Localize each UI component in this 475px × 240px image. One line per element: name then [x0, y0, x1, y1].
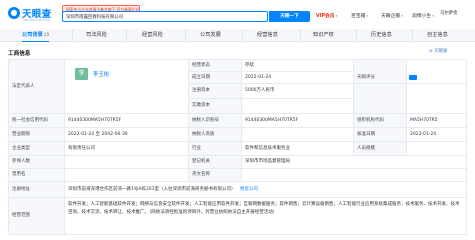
tab-label: 自主信息: [427, 32, 448, 38]
tab-divider: [356, 29, 357, 42]
tab-bar: 公司背景15 司法风险 经营风险 公司发展 经营信息 知识产权 历史信息 自主信…: [0, 29, 475, 43]
business-info-table: 法定代表人 李 李玉彬 经营状态 存续 成立日期 2022-01-24 天眼评分…: [8, 59, 467, 235]
reg-capital-value: 5000万人民币: [242, 84, 354, 99]
industry-label: 行业: [189, 142, 242, 156]
logo[interactable]: ● 天眼查 TianYanCha.com: [8, 5, 60, 25]
established-value: 2022-01-24: [242, 72, 354, 84]
tianyan-score-bar[interactable]: [409, 75, 417, 80]
tab-divider: [300, 29, 301, 42]
scope-value: 软件开发；人工智能基础软件开发；网络与信息安全软件开发；人工智能应用软件开发；互…: [65, 198, 467, 235]
tab-label: 司法风险: [86, 32, 107, 38]
established-label: 成立日期: [189, 72, 242, 84]
nav-account[interactable]: 马尔萨金: [440, 10, 458, 16]
tab-operating-info[interactable]: 经营信息: [257, 29, 278, 42]
reg-capital-label: 注册资本: [189, 84, 242, 99]
status-value: 存续: [242, 60, 354, 72]
tab-label: 历史信息: [371, 32, 392, 38]
legal-rep-avatar: 李: [75, 68, 88, 80]
chevron-down-icon: ▾: [401, 14, 403, 18]
tab-divider: [242, 29, 243, 42]
address-label: 注册地址: [9, 182, 65, 198]
tab-divider: [72, 29, 73, 42]
tab-label: 公司背景: [22, 32, 43, 38]
tab-divider: [412, 29, 413, 42]
authority-value: 深圳市市场监督管理局: [242, 156, 467, 169]
tab-label: 公司发展: [200, 32, 221, 38]
tab-company-development[interactable]: 公司发展: [200, 29, 221, 42]
type-value: 有限责任公司: [65, 142, 189, 156]
search-input[interactable]: [66, 13, 206, 21]
paid-capital-label: 实缴资本: [189, 99, 242, 114]
paid-capital-value: [242, 99, 354, 114]
tab-company-background[interactable]: 公司背景15: [22, 29, 50, 43]
empty-label-cell: [354, 84, 407, 114]
former-name-label: 曾用名: [9, 169, 65, 182]
industry-value: 软件和信息技术服务业: [242, 142, 354, 156]
staff-label: 人员规模: [354, 142, 407, 156]
org-code-value: MA5H70TR5: [407, 114, 467, 128]
scope-label: 经营范围: [9, 198, 65, 235]
nav-vip[interactable]: VIP会员▾: [316, 12, 337, 19]
nav-toolbox-label: 百宝箱: [351, 14, 366, 19]
section-logo-text: 天眼查: [434, 49, 448, 54]
tax-id-label: 纳税人识别号: [189, 114, 242, 128]
chevron-down-icon: ▾: [432, 14, 434, 18]
legal-rep-cell: 李 李玉彬: [65, 60, 189, 114]
search-button[interactable]: 天眼一下: [269, 11, 310, 22]
nav-user[interactable]: 润博小生▾: [412, 12, 434, 19]
taxpayer-value: [242, 128, 354, 142]
tab-count: 15: [43, 32, 50, 37]
former-name-value: [65, 169, 189, 182]
authority-label: 登记机关: [189, 156, 242, 169]
nav-services[interactable]: 天眼企服▾: [381, 12, 403, 19]
tianyan-label: 天眼评分: [354, 72, 407, 84]
legal-rep-label: 法定代表人: [9, 60, 65, 114]
tab-self-info[interactable]: 自主信息: [427, 29, 448, 42]
tab-label: 经营风险: [142, 32, 163, 38]
tab-judicial-risk[interactable]: 司法风险: [86, 29, 107, 42]
insured-label: 参保人数: [9, 156, 65, 169]
tab-label: 知识产权: [313, 32, 334, 38]
status-label: 经营状态: [189, 60, 242, 72]
tab-divider: [126, 29, 127, 42]
tianyan-score-cell: [407, 60, 467, 84]
top-bar: ● 天眼查 TianYanCha.com 国家中小企业发展子基金旗下 官方备案企…: [0, 0, 475, 30]
credit-code-value: 91440300MA5H70TR5F: [65, 114, 189, 128]
nearby-companies-link[interactable]: 附近公司: [240, 187, 258, 192]
tab-divider: [185, 29, 186, 42]
type-label: 企业类型: [9, 142, 65, 156]
term-label: 营业期限: [9, 128, 65, 142]
nav-user-label: 润博小生: [412, 14, 432, 19]
nav-vip-label: VIP会员: [316, 14, 335, 19]
nav-services-label: 天眼企服: [381, 14, 401, 19]
logo-eye-icon: ●: [8, 7, 20, 19]
empty-value-cell: [407, 84, 467, 114]
search-box: [62, 11, 268, 22]
tab-history-info[interactable]: 历史信息: [371, 29, 392, 42]
taxpayer-label: 纳税人资质: [189, 128, 242, 142]
nav-toolbox[interactable]: 百宝箱▾: [351, 12, 368, 19]
chevron-down-icon: ▾: [335, 14, 338, 18]
chevron-down-icon: ▾: [366, 14, 369, 18]
tab-operating-risk[interactable]: 经营风险: [142, 29, 163, 42]
nav-account-label: 马尔萨金: [440, 11, 458, 16]
insured-value: [65, 156, 189, 169]
en-name-value: [242, 169, 467, 182]
staff-value: [407, 142, 467, 156]
term-value: 2022-01-24 至 2042-06-30: [65, 128, 189, 142]
en-name-label: 英文名称: [189, 169, 242, 182]
tab-label: 经营信息: [257, 32, 278, 38]
tab-intellectual-property[interactable]: 知识产权: [313, 29, 334, 42]
legal-rep-name[interactable]: 李玉彬: [93, 70, 109, 78]
address-value: 深圳市前海深港合作区前湾一路1号A栋201室（入驻深圳市前海商务秘书有限公司）: [68, 187, 236, 192]
approved-value: 2022-01-24: [407, 128, 467, 142]
section-title: 工商信息: [8, 51, 31, 57]
tax-id-value: 91440300MA5H70TR5F: [242, 114, 354, 128]
approved-label: 核准日期: [354, 128, 407, 142]
org-code-label: 组织机构代码: [354, 114, 407, 128]
credit-code-label: 统一社会信用代码: [9, 114, 65, 128]
address-cell: 深圳市前海深港合作区前湾一路1号A栋201室（入驻深圳市前海商务秘书有限公司） …: [65, 182, 467, 198]
section-watermark-logo: ◉ 天眼查: [429, 49, 448, 54]
logo-subtitle: TianYanCha.com: [22, 18, 50, 22]
